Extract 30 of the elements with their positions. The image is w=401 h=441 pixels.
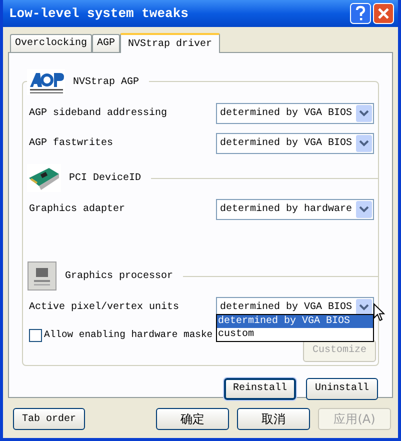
tab-order-button[interactable]: Tab order (13, 408, 85, 430)
field-label: Graphics adapter (29, 202, 126, 217)
dialog-button[interactable]: 取消 (237, 408, 310, 430)
dropdown-option[interactable]: determined by VGA BIOS (217, 315, 373, 328)
dropdown-value: determined by VGA BIOS (220, 106, 352, 121)
dropdown-value: determined by VGA BIOS (220, 300, 352, 315)
section-title: PCI DeviceID (69, 172, 142, 186)
field-label: AGP sideband addressing (29, 106, 168, 121)
close-icon[interactable] (373, 3, 394, 24)
help-icon[interactable] (350, 3, 371, 24)
driver-button[interactable]: Reinstall (224, 378, 296, 400)
section-title: NVStrap AGP (73, 76, 140, 90)
dropdown[interactable]: determined by VGA BIOS (216, 133, 374, 154)
checkbox[interactable] (29, 328, 42, 342)
section-title: Graphics processor (65, 270, 174, 284)
tab[interactable]: AGP (92, 34, 120, 52)
dropdown-value: determined by VGA BIOS (220, 136, 352, 151)
dropdown-option[interactable]: custom (217, 328, 373, 341)
field-label: Active pixel/vertex units (29, 300, 180, 315)
window-title: Low-level system tweaks (9, 4, 188, 23)
checkbox-label: Allow enabling hardware maske (44, 328, 213, 342)
tab[interactable]: Overclocking (10, 34, 92, 52)
chip-box-icon (27, 261, 57, 291)
dialog-button[interactable]: 确定 (156, 408, 229, 430)
dropdown[interactable]: determined by VGA BIOS (216, 103, 374, 124)
tab[interactable]: NVStrap driver (120, 33, 220, 53)
dropdown[interactable]: determined by hardware (216, 199, 374, 220)
dropdown-value: determined by hardware (220, 202, 352, 217)
driver-button[interactable]: Uninstall (306, 378, 378, 400)
field-label: AGP fastwrites (29, 136, 114, 151)
